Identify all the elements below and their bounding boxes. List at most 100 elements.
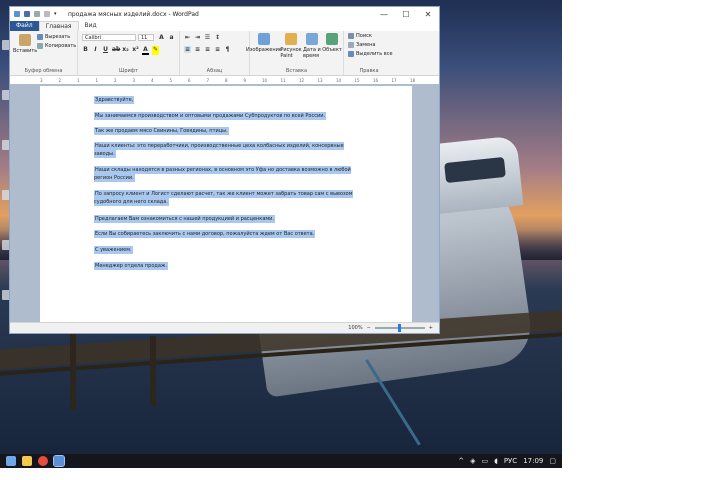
font-size-select[interactable]: 11 xyxy=(138,34,154,41)
zoom-control: 100% − + xyxy=(348,324,439,332)
shrink-font-icon[interactable]: a xyxy=(168,34,175,41)
wordpad-window: ▾ продажа мясных изделий.docx - WordPad … xyxy=(9,6,440,334)
document-paragraph[interactable]: С уважением. xyxy=(94,246,394,254)
selected-text[interactable]: Здравствуйте, xyxy=(94,96,135,104)
calendar-icon xyxy=(306,33,318,45)
document-paragraph[interactable]: Так же продаем мясо Свинины, Говядины, п… xyxy=(94,127,394,135)
font-group-label: Шрифт xyxy=(119,68,138,74)
document-paragraph[interactable]: Здравствуйте, xyxy=(94,96,394,104)
highlight-icon[interactable]: ✎ xyxy=(152,46,159,55)
font-group: Calibri 11 A a B I U ab x₂ x² A ✎ Шрифт xyxy=(78,31,180,75)
maximize-button[interactable]: ☐ xyxy=(395,7,417,21)
document-area[interactable]: Здравствуйте, Мы занимаемся производством… xyxy=(10,84,439,325)
italic-icon[interactable]: I xyxy=(92,46,99,55)
selected-text[interactable]: С уважением. xyxy=(94,246,133,254)
selected-text[interactable]: Так же продаем мясо Свинины, Говядины, п… xyxy=(94,127,229,135)
file-explorer-icon[interactable] xyxy=(22,456,32,466)
shield-icon[interactable]: ◈ xyxy=(470,457,475,465)
selected-text[interactable]: Менеджер отдела продаж. xyxy=(94,262,169,270)
superscript-icon[interactable]: x² xyxy=(132,46,139,55)
selected-text[interactable]: Предлагаем Вам ознакомиться с нашей прод… xyxy=(94,215,276,223)
replace-button[interactable]: Замена xyxy=(348,42,375,48)
redo-icon[interactable] xyxy=(44,11,50,17)
selected-text[interactable]: Наши склады находятся в разных регионах,… xyxy=(94,166,351,182)
bold-icon[interactable]: B xyxy=(82,46,89,55)
tab-file[interactable]: Файл xyxy=(10,21,39,31)
system-tray: ^ ◈ ▭ ◖ РУС 17:09 ▢ xyxy=(458,457,562,465)
notification-icon[interactable]: ▢ xyxy=(549,457,556,465)
save-icon[interactable] xyxy=(24,11,30,17)
language-indicator[interactable]: РУС xyxy=(504,457,517,465)
copy-label: Копировать xyxy=(45,43,77,49)
chevron-up-icon[interactable]: ^ xyxy=(458,457,464,465)
network-icon[interactable]: ▭ xyxy=(481,457,488,465)
volume-icon[interactable]: ◖ xyxy=(494,457,498,465)
window-title: продажа мясных изделий.docx - WordPad xyxy=(68,10,199,18)
copy-button[interactable]: Копировать xyxy=(37,43,76,49)
insert-group: Изображение Рисунок Paint Дата и время О… xyxy=(246,31,344,75)
zoom-slider-thumb[interactable] xyxy=(398,324,402,332)
font-color-icon[interactable]: A xyxy=(142,46,149,55)
wordpad-taskbar-icon[interactable] xyxy=(53,455,65,467)
selected-text[interactable]: Наши клиенты: это переработчики, произво… xyxy=(94,142,344,158)
tab-home[interactable]: Главная xyxy=(38,21,79,31)
clock[interactable]: 17:09 xyxy=(523,457,543,465)
zoom-in-button[interactable]: + xyxy=(429,325,433,331)
document-paragraph[interactable]: Если Вы собираетесь заключить с нами дог… xyxy=(94,230,394,238)
start-icon[interactable] xyxy=(6,456,16,466)
insert-image-button[interactable]: Изображение xyxy=(246,33,282,53)
document-paragraph[interactable]: Менеджер отдела продаж. xyxy=(94,262,394,270)
wordpad-app-icon[interactable] xyxy=(14,11,20,17)
increase-indent-icon[interactable]: ⇥ xyxy=(194,34,201,41)
browser-icon[interactable] xyxy=(38,456,48,466)
justify-icon[interactable]: ≡ xyxy=(214,46,221,53)
undo-icon[interactable] xyxy=(34,11,40,17)
cut-button[interactable]: Вырезать xyxy=(37,34,70,40)
align-left-icon[interactable]: ≡ xyxy=(184,46,191,53)
paragraph-settings-icon[interactable]: ¶ xyxy=(224,46,231,53)
bullets-icon[interactable]: ☰ xyxy=(204,34,211,41)
zoom-out-button[interactable]: − xyxy=(367,325,371,331)
cut-label: Вырезать xyxy=(45,34,71,40)
pier-post xyxy=(70,330,76,410)
align-row: ≡ ≡ ≡ ≡ ¶ xyxy=(184,46,231,53)
insert-datetime-button[interactable]: Дата и время xyxy=(303,33,321,59)
document-paragraph[interactable]: По запросу клиент и Логист сделают расче… xyxy=(94,190,354,206)
zoom-slider[interactable] xyxy=(374,324,425,332)
indent-row: ⇤ ⇥ ☰ ↕ xyxy=(184,34,221,41)
clipboard-icon xyxy=(19,34,32,46)
find-button[interactable]: Поиск xyxy=(348,33,372,39)
ruler-tick-label: 1 xyxy=(95,78,99,83)
insert-paint-button[interactable]: Рисунок Paint xyxy=(280,33,302,59)
minimize-button[interactable]: — xyxy=(373,7,395,21)
align-right-icon[interactable]: ≡ xyxy=(204,46,211,53)
select-all-label: Выделить все xyxy=(356,51,393,57)
customize-toolbar-icon[interactable]: ▾ xyxy=(54,11,60,17)
subscript-icon[interactable]: x₂ xyxy=(122,46,129,55)
insert-object-button[interactable]: Объект xyxy=(322,33,342,53)
selected-text[interactable]: По запросу клиент и Логист сделают расче… xyxy=(94,190,353,206)
font-family-select[interactable]: Calibri xyxy=(82,34,136,41)
paste-button[interactable]: Вставить xyxy=(13,34,37,54)
document-paragraph[interactable]: Мы занимаемся производством и оптовыми п… xyxy=(94,112,394,120)
close-button[interactable]: ✕ xyxy=(417,7,439,21)
ruler-tick-label: 14 xyxy=(336,78,342,83)
ruler-tick-label: 8 xyxy=(225,78,228,83)
insert-datetime-label: Дата и время xyxy=(303,47,321,59)
selected-text[interactable]: Мы занимаемся производством и оптовыми п… xyxy=(94,112,327,120)
select-all-button[interactable]: Выделить все xyxy=(348,51,393,57)
title-bar[interactable]: ▾ продажа мясных изделий.docx - WordPad … xyxy=(10,7,439,21)
selected-text[interactable]: Если Вы собираетесь заключить с нами дог… xyxy=(94,230,316,238)
document-paragraph[interactable]: Наши клиенты: это переработчики, произво… xyxy=(94,142,354,158)
align-center-icon[interactable]: ≡ xyxy=(194,46,201,53)
document-page[interactable]: Здравствуйте, Мы занимаемся производством… xyxy=(40,86,412,325)
document-paragraph[interactable]: Наши склады находятся в разных регионах,… xyxy=(94,166,354,182)
select-all-icon xyxy=(348,51,354,57)
tab-view[interactable]: Вид xyxy=(79,21,103,31)
decrease-indent-icon[interactable]: ⇤ xyxy=(184,34,191,41)
strikethrough-icon[interactable]: ab xyxy=(112,46,120,55)
underline-icon[interactable]: U xyxy=(102,46,109,55)
document-paragraph[interactable]: Предлагаем Вам ознакомиться с нашей прод… xyxy=(94,215,394,223)
line-spacing-icon[interactable]: ↕ xyxy=(214,34,221,41)
grow-font-icon[interactable]: A xyxy=(158,34,165,41)
